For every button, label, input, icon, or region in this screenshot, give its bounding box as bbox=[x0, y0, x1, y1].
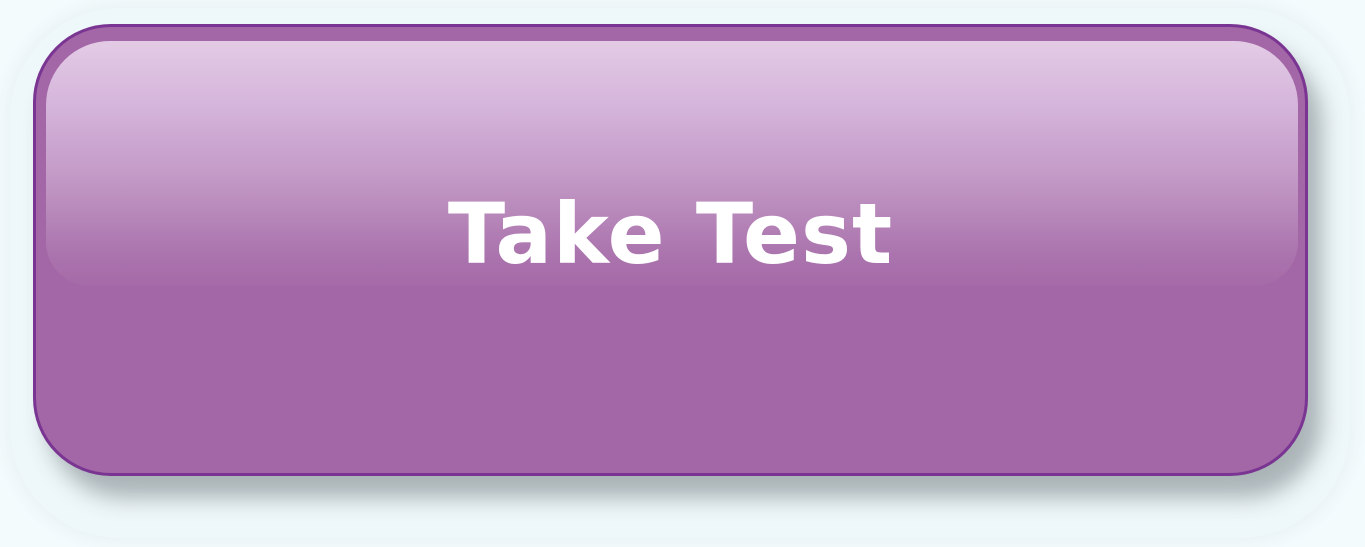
take-test-button[interactable]: Take Test bbox=[33, 24, 1308, 476]
take-test-button-label: Take Test bbox=[447, 185, 894, 283]
